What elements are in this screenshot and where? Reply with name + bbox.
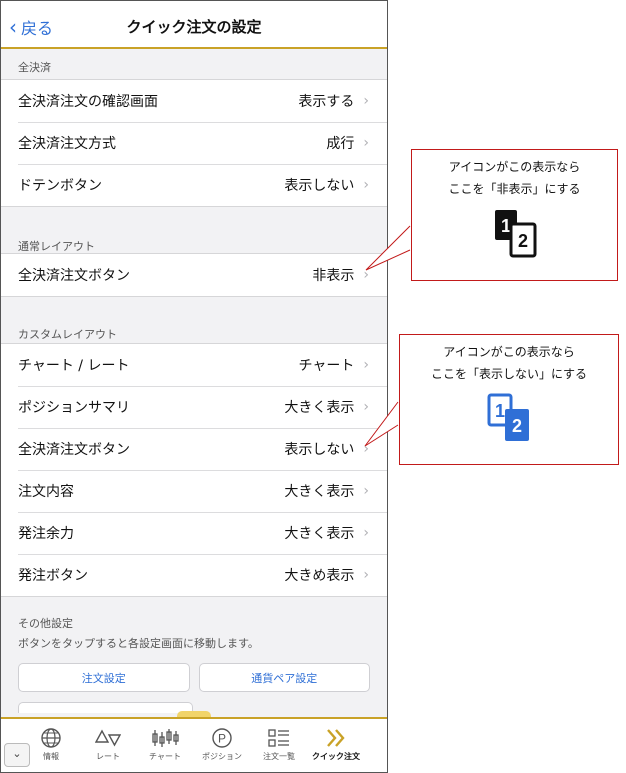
- half-icon-black: 1 2: [494, 210, 536, 258]
- svg-text:2: 2: [517, 231, 527, 251]
- callout-line: ここを「非表示」にする: [448, 182, 581, 196]
- callout-pointer-1: [365, 225, 411, 271]
- callout-box-hide: アイコンがこの表示なら ここを「非表示」にする 1 2: [411, 149, 618, 281]
- callout-line: アイコンがこの表示なら: [443, 345, 575, 359]
- callout-line: アイコンがこの表示なら: [448, 160, 581, 174]
- callout-box-dont-show: アイコンがこの表示なら ここを「表示しない」にする 1 2: [399, 334, 619, 465]
- svg-text:1: 1: [495, 401, 505, 421]
- callout-pointer-2: [364, 401, 399, 447]
- half-icon-blue: 1 2: [487, 393, 529, 441]
- callout-line: ここを「表示しない」にする: [430, 367, 588, 381]
- svg-text:2: 2: [512, 416, 522, 436]
